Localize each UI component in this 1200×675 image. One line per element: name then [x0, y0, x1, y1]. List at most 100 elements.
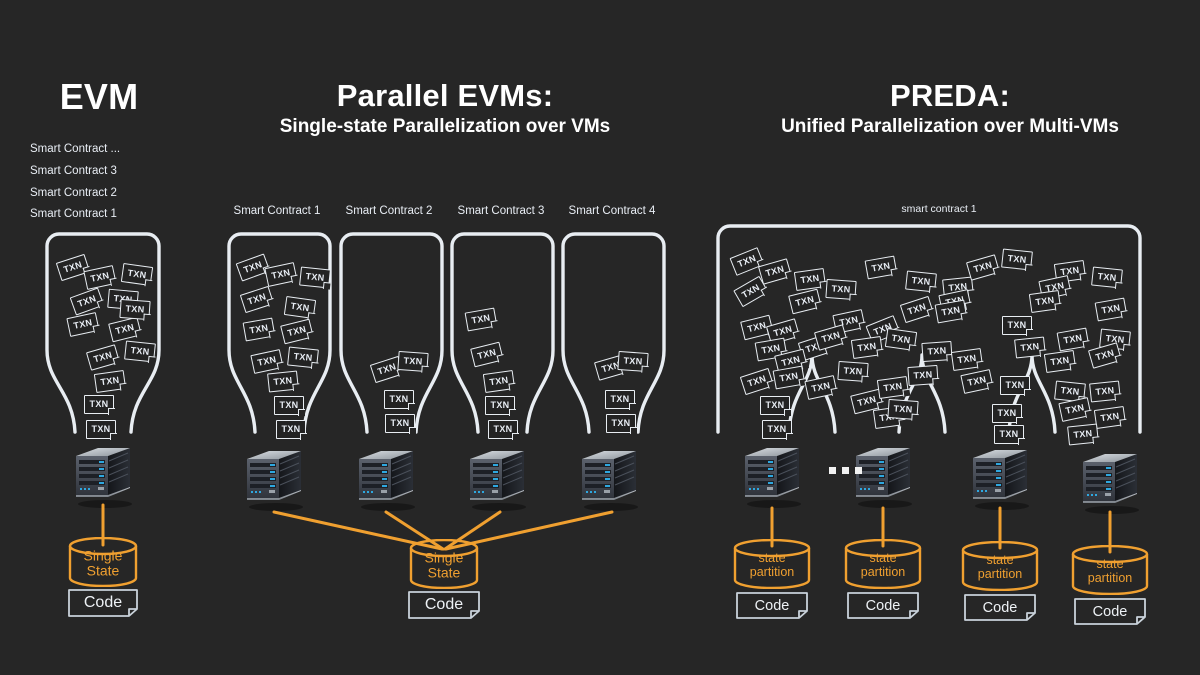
- txn-chip: TXN: [772, 365, 806, 390]
- sc-label-evm-3: Smart Contract 1: [30, 208, 117, 220]
- code-box-evm: Code: [68, 589, 138, 617]
- code-box-preda-0: Code: [736, 592, 808, 619]
- txn-chip: TXN: [934, 299, 968, 324]
- sc-label-evm-2: Smart Contract 2: [30, 187, 117, 199]
- txn-chip: TXN: [965, 254, 1001, 281]
- txn-chip: TXN: [385, 414, 415, 433]
- txn-chip: TXN: [992, 404, 1022, 423]
- txn-chip: TXN: [605, 390, 635, 409]
- txn-chip: TXN: [242, 317, 276, 342]
- txn-chip: TXN: [482, 370, 516, 393]
- server-icon-4: [578, 443, 640, 511]
- txn-chip: TXN: [864, 255, 898, 280]
- txn-chip: TXN: [276, 420, 306, 439]
- code-box-preda-2: Code: [964, 594, 1036, 621]
- server-icon-7: [969, 442, 1031, 510]
- txn-chip: TXN: [1002, 316, 1032, 335]
- code-box-preda-3: Code: [1074, 598, 1146, 625]
- txn-chip: TXN: [617, 350, 649, 373]
- code-box-evm-label: Code: [83, 594, 123, 611]
- server-icon-6: [852, 440, 914, 508]
- txn-chip: TXN: [84, 395, 114, 414]
- txn-chip: TXN: [1043, 350, 1077, 373]
- ellipsis-dot: [842, 467, 849, 474]
- state-cylinder-parallel-label: Single State: [424, 549, 464, 581]
- server-icon-8: [1079, 446, 1141, 514]
- ellipsis-indicator: [829, 467, 862, 474]
- server-icon-2: [355, 443, 417, 511]
- txn-chip: TXN: [813, 324, 849, 351]
- txn-chip: TXN: [899, 295, 935, 324]
- txn-chip: TXN: [85, 344, 121, 371]
- txn-chip: TXN: [108, 316, 142, 343]
- txn-chip: TXN: [762, 420, 792, 439]
- txn-chip: TXN: [239, 285, 275, 314]
- section-title-preda: PREDA:: [889, 78, 1011, 113]
- sc-label-parallel-0: Smart Contract 1: [233, 205, 321, 217]
- txn-chip: TXN: [1001, 248, 1033, 271]
- txn-chip: TXN: [960, 369, 994, 394]
- txn-chip: TXN: [788, 288, 822, 315]
- txn-chip: TXN: [384, 390, 414, 409]
- state-cylinder-preda-3-label: state partition: [1087, 557, 1133, 585]
- section-subtitle-preda: Unified Parallelization over Multi-VMs: [781, 116, 1119, 137]
- txn-chip: TXN: [274, 396, 304, 415]
- state-cylinder-evm: Single State: [68, 537, 138, 587]
- txn-chip: TXN: [921, 340, 953, 363]
- txn-chip: TXN: [1028, 290, 1062, 313]
- server-icon-5: [741, 440, 803, 508]
- txn-chip: TXN: [1091, 266, 1123, 289]
- code-box-preda-3-label: Code: [1092, 603, 1128, 620]
- code-box-preda-2-label: Code: [982, 599, 1018, 616]
- sc-label-parallel-3: Smart Contract 4: [568, 205, 656, 217]
- sc-label-evm-1: Smart Contract 3: [30, 165, 117, 177]
- section-title-parallel-evms: Parallel EVMs:: [336, 78, 554, 113]
- txn-chip: TXN: [1056, 327, 1090, 352]
- txn-chip: TXN: [464, 307, 498, 332]
- txn-chip: TXN: [280, 318, 314, 345]
- txn-chip: TXN: [837, 360, 869, 383]
- txn-chip: TXN: [299, 266, 331, 289]
- txn-chip: TXN: [793, 268, 827, 291]
- txn-chip: TXN: [267, 370, 299, 393]
- sc-label-parallel-2: Smart Contract 3: [457, 205, 545, 217]
- state-cylinder-preda-2-label: state partition: [977, 553, 1023, 581]
- txn-chip: TXN: [1000, 376, 1030, 395]
- txn-chip: TXN: [905, 270, 937, 293]
- code-box-preda-1: Code: [847, 592, 919, 619]
- txn-chip: TXN: [876, 376, 910, 399]
- txn-chip: TXN: [1087, 342, 1123, 369]
- txn-chip: TXN: [850, 336, 884, 359]
- txn-chip: TXN: [825, 278, 857, 301]
- txn-chip: TXN: [287, 346, 319, 369]
- txn-chip: TXN: [69, 287, 105, 316]
- section-title-evm: EVM: [59, 76, 139, 117]
- txn-chip: TXN: [66, 312, 100, 337]
- state-cylinder-preda-0: state partition: [733, 539, 811, 589]
- txn-chip: TXN: [470, 341, 504, 368]
- txn-chip: TXN: [1058, 397, 1092, 422]
- txn-chip: TXN: [397, 350, 429, 373]
- state-cylinder-parallel: Single State: [409, 539, 479, 589]
- sc-label-evm-0: Smart Contract ...: [30, 143, 121, 155]
- sc-label-parallel-1: Smart Contract 2: [345, 205, 433, 217]
- server-icon-3: [466, 443, 528, 511]
- state-cylinder-preda-1: state partition: [844, 539, 922, 589]
- txn-chip: TXN: [884, 328, 918, 351]
- state-cylinder-preda-2: state partition: [961, 541, 1039, 591]
- code-box-parallel: Code: [408, 591, 480, 619]
- txn-chip: TXN: [1089, 380, 1121, 403]
- txn-chip: TXN: [283, 296, 317, 319]
- ellipsis-dot: [829, 467, 836, 474]
- state-cylinder-preda-0-label: state partition: [749, 551, 795, 579]
- txn-chip: TXN: [887, 398, 919, 421]
- code-box-preda-0-label: Code: [754, 597, 790, 614]
- txn-chip: TXN: [1094, 297, 1128, 322]
- section-subtitle-parallel-evms: Single-state Parallelization over VMs: [279, 116, 611, 137]
- txn-chip: TXN: [907, 364, 939, 387]
- sc-label-preda-0: smart contract 1: [901, 203, 977, 215]
- txn-chip: TXN: [119, 298, 151, 321]
- txn-chip: TXN: [760, 396, 790, 415]
- txn-chip: TXN: [950, 348, 984, 371]
- txn-chip: TXN: [86, 420, 116, 439]
